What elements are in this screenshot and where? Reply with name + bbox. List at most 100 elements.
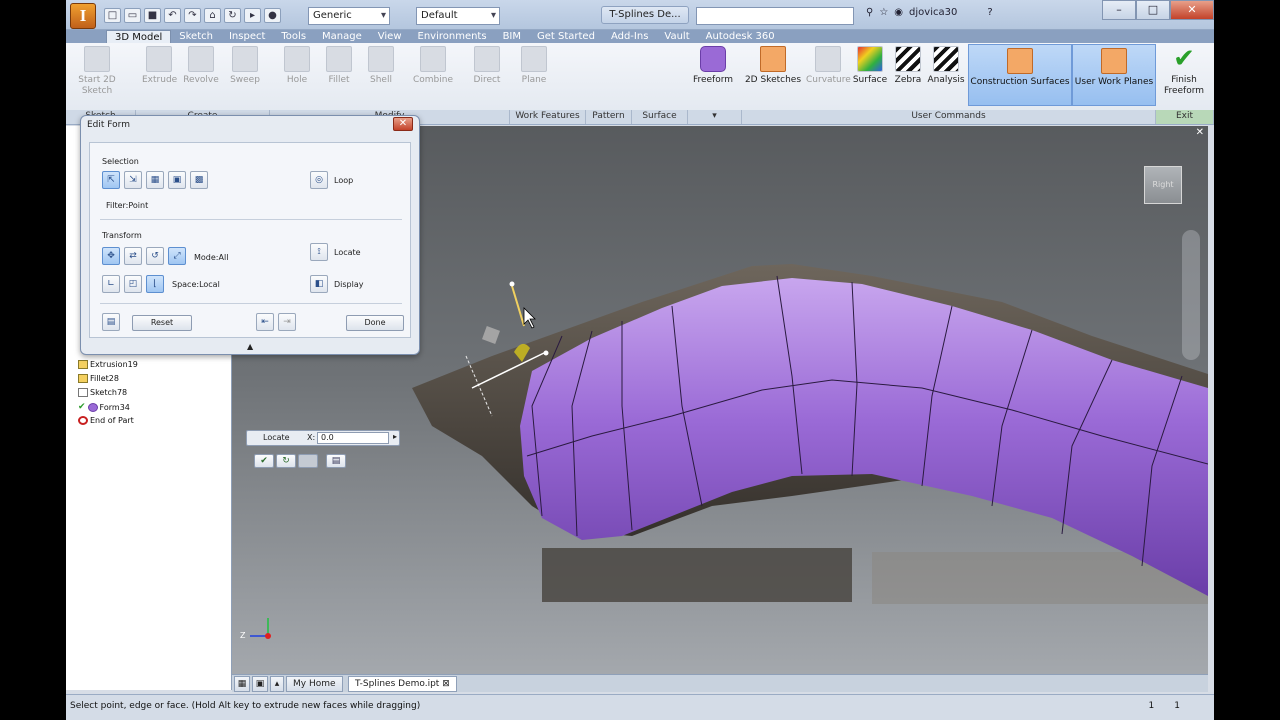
select-body-icon[interactable]: ▣ bbox=[168, 171, 186, 189]
select-all-icon[interactable]: ▩ bbox=[190, 171, 208, 189]
transform-mode-all-icon[interactable]: ✥ bbox=[102, 247, 120, 265]
user-icon[interactable]: ◉ bbox=[894, 7, 903, 18]
tab-my-home[interactable]: My Home bbox=[286, 676, 343, 692]
space-local-icon[interactable]: ⌊ bbox=[146, 275, 164, 293]
finish-freeform-button[interactable]: ✔ Finish Freeform bbox=[1160, 46, 1208, 97]
panel-label-surface[interactable]: Surface bbox=[632, 110, 688, 124]
dialog-collapse-icon[interactable]: ▲ bbox=[247, 342, 253, 351]
mouse-cursor bbox=[523, 307, 536, 329]
undo-icon[interactable]: ↶ bbox=[164, 8, 181, 23]
select-edge-icon[interactable]: ⇲ bbox=[124, 171, 142, 189]
construction-surfaces-button[interactable]: Construction Surfaces bbox=[968, 44, 1072, 106]
tab-environments[interactable]: Environments bbox=[410, 30, 495, 43]
navigation-bar[interactable] bbox=[1182, 230, 1200, 360]
mini-locate-label[interactable]: Locate bbox=[263, 433, 290, 442]
tree-item-extrusion19[interactable]: Extrusion19 bbox=[78, 360, 138, 369]
tab-inspect[interactable]: Inspect bbox=[221, 30, 273, 43]
new-icon[interactable]: □ bbox=[104, 8, 121, 23]
application-menu-button[interactable]: I bbox=[70, 3, 96, 29]
tile-icon[interactable]: ▦ bbox=[234, 676, 250, 692]
tree-item-fillet28[interactable]: Fillet28 bbox=[78, 374, 119, 383]
display-icon[interactable]: ◧ bbox=[310, 275, 328, 293]
2d-sketches-button[interactable]: 2D Sketches bbox=[744, 46, 802, 86]
curvature-button[interactable]: Curvature bbox=[806, 46, 851, 86]
space-world-icon[interactable]: ∟ bbox=[102, 275, 120, 293]
select-point-icon[interactable]: ⇱ bbox=[102, 171, 120, 189]
fillet-icon bbox=[326, 46, 352, 72]
tab-view[interactable]: View bbox=[370, 30, 410, 43]
star-icon[interactable]: ☆ bbox=[879, 7, 888, 18]
tab-sketch[interactable]: Sketch bbox=[171, 30, 221, 43]
tree-item-sketch78[interactable]: Sketch78 bbox=[78, 388, 127, 397]
start-sketch-button[interactable]: Start 2D Sketch bbox=[74, 46, 120, 97]
minimize-button[interactable]: – bbox=[1102, 0, 1136, 20]
done-button[interactable]: Done bbox=[346, 315, 404, 331]
maximize-button[interactable]: □ bbox=[1136, 0, 1170, 20]
panel-label-work-features: Work Features bbox=[510, 110, 586, 124]
direct-button[interactable]: Direct bbox=[470, 46, 504, 86]
close-button[interactable]: ✕ bbox=[1170, 0, 1214, 20]
tab-get-started[interactable]: Get Started bbox=[529, 30, 603, 43]
shell-button[interactable]: Shell bbox=[364, 46, 398, 86]
mini-ok-icon[interactable]: ✔ bbox=[254, 454, 274, 468]
select-icon[interactable]: ▸ bbox=[244, 8, 261, 23]
mini-x-input[interactable]: 0.0 bbox=[317, 432, 389, 444]
sweep-button[interactable]: Sweep bbox=[228, 46, 262, 86]
redo-transform-icon[interactable]: ⇥ bbox=[278, 313, 296, 331]
redo-icon[interactable]: ↷ bbox=[184, 8, 201, 23]
mini-options-icon[interactable]: ▤ bbox=[326, 454, 346, 468]
loop-icon[interactable]: ◎ bbox=[310, 171, 328, 189]
appearance-select[interactable]: Default bbox=[416, 7, 500, 25]
transform-rotate-icon[interactable]: ↺ bbox=[146, 247, 164, 265]
tab-vault[interactable]: Vault bbox=[656, 30, 697, 43]
tab-autodesk-360[interactable]: Autodesk 360 bbox=[698, 30, 783, 43]
space-view-icon[interactable]: ◰ bbox=[124, 275, 142, 293]
transform-translate-icon[interactable]: ⇄ bbox=[124, 247, 142, 265]
user-name[interactable]: djovica30 bbox=[909, 7, 957, 18]
freeform-button[interactable]: Freeform bbox=[690, 46, 736, 86]
help-icon[interactable]: ? bbox=[987, 7, 992, 18]
locate-icon[interactable]: ⟟ bbox=[310, 243, 328, 261]
help-book-icon[interactable]: ▤ bbox=[102, 313, 120, 331]
plane-button[interactable]: Plane bbox=[518, 46, 550, 86]
hole-button[interactable]: Hole bbox=[280, 46, 314, 86]
fillet-button[interactable]: Fillet bbox=[322, 46, 356, 86]
shell-icon bbox=[368, 46, 394, 72]
mini-expand-icon[interactable]: ▸ bbox=[393, 432, 397, 441]
viewcube[interactable]: Right bbox=[1144, 166, 1182, 204]
cascade-icon[interactable]: ▣ bbox=[252, 676, 268, 692]
home-icon[interactable]: ⌂ bbox=[204, 8, 221, 23]
analysis-button[interactable]: Analysis bbox=[926, 46, 966, 86]
search-input[interactable] bbox=[696, 7, 854, 25]
tab-tools[interactable]: Tools bbox=[273, 30, 314, 43]
tab-close-icon[interactable]: ⊠ bbox=[442, 679, 450, 689]
panel-label-freeform-expander[interactable]: ▾ bbox=[688, 110, 742, 124]
mini-apply-icon[interactable]: ↻ bbox=[276, 454, 296, 468]
tree-item-end-of-part[interactable]: End of Part bbox=[78, 416, 134, 425]
combine-button[interactable]: Combine bbox=[410, 46, 456, 86]
tab-bim[interactable]: BIM bbox=[495, 30, 529, 43]
transform-scale-icon[interactable]: ⤢ bbox=[168, 247, 186, 265]
tab-menu-icon[interactable]: ▴ bbox=[270, 676, 284, 692]
extrude-button[interactable]: Extrude bbox=[142, 46, 177, 86]
sketch-icon bbox=[84, 46, 110, 72]
material-select[interactable]: Generic bbox=[308, 7, 390, 25]
search-icon[interactable]: ⚲ bbox=[866, 7, 873, 18]
tree-item-form34[interactable]: ✔ Form34 bbox=[78, 402, 130, 412]
user-work-planes-button[interactable]: User Work Planes bbox=[1072, 44, 1156, 106]
tab-manage[interactable]: Manage bbox=[314, 30, 370, 43]
reset-button[interactable]: Reset bbox=[132, 315, 192, 331]
save-icon[interactable]: ■ bbox=[144, 8, 161, 23]
surface-analysis-button[interactable]: Surface bbox=[852, 46, 888, 86]
update-icon[interactable]: ↻ bbox=[224, 8, 241, 23]
tab-add-ins[interactable]: Add-Ins bbox=[603, 30, 656, 43]
select-face-icon[interactable]: ▦ bbox=[146, 171, 164, 189]
tab-document[interactable]: T-Splines Demo.ipt ⊠ bbox=[348, 676, 457, 692]
open-icon[interactable]: ▭ bbox=[124, 8, 141, 23]
tab-3d-model[interactable]: 3D Model bbox=[106, 30, 172, 43]
undo-transform-icon[interactable]: ⇤ bbox=[256, 313, 274, 331]
color-icon[interactable]: ● bbox=[264, 8, 281, 23]
revolve-button[interactable]: Revolve bbox=[182, 46, 220, 86]
dialog-close-button[interactable]: ✕ bbox=[393, 117, 413, 131]
zebra-button[interactable]: Zebra bbox=[892, 46, 924, 86]
